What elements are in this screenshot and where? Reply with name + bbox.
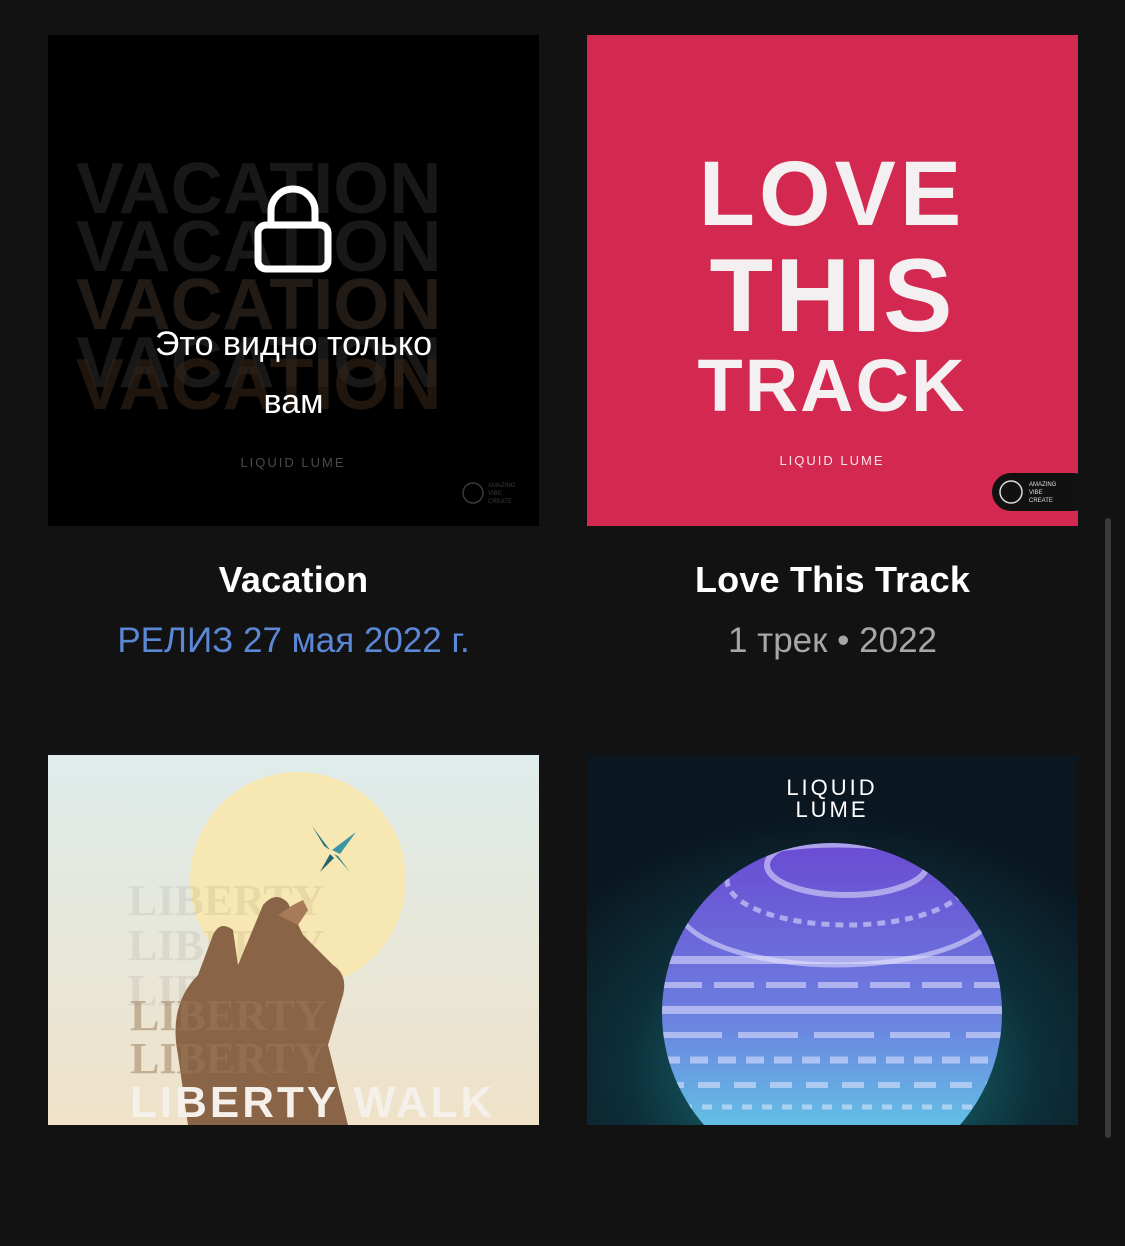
cover-brand-line2: LUME [795, 797, 868, 822]
private-label-line1: Это видно только [154, 325, 433, 363]
cover-title-line3: TRACK [698, 344, 967, 427]
release-title[interactable]: Love This Track [587, 559, 1078, 601]
release-meta: 1 трек • 2022 [727, 621, 938, 660]
badge-text: CREATE [1029, 498, 1053, 504]
cover-text-repeat: LIBERTY [130, 1034, 327, 1083]
cover-art-liberty-walk[interactable]: LIBERTY LIBERTY LIBERTY LIBERTY LIBERTY … [48, 755, 539, 1246]
lock-icon [254, 185, 332, 273]
badge-text: AMAZING [1029, 482, 1057, 488]
cover-brand: LIQUID LUME [779, 453, 884, 468]
cover-title: LIBERTY WALK [130, 1078, 495, 1125]
scrollbar[interactable] [1105, 518, 1111, 1138]
releases-grid: VACATION VACATION VACATION VACATION VACA… [0, 0, 1125, 1125]
release-date: РЕЛИЗ 27 мая 2022 г. [117, 621, 470, 660]
cover-art-liquid-lume[interactable]: LIQUID LUME [587, 755, 1078, 1246]
cover-title-line1: LOVE [699, 143, 965, 245]
private-label: Это видно только вам [48, 315, 539, 431]
cover-art-love-this-track[interactable]: LOVE THIS TRACK LIQUID LUME AMAZING VIBE… [587, 35, 1078, 526]
cover-title-line2: THIS [710, 238, 955, 354]
cover-text-repeat: LIBERTY [130, 991, 327, 1040]
cover-art-vacation[interactable]: VACATION VACATION VACATION VACATION VACA… [48, 35, 539, 526]
private-overlay: Это видно только вам [48, 35, 539, 526]
private-label-line2: вам [263, 383, 324, 421]
release-title[interactable]: Vacation [48, 559, 539, 601]
badge-text: VIBE [1029, 490, 1043, 496]
